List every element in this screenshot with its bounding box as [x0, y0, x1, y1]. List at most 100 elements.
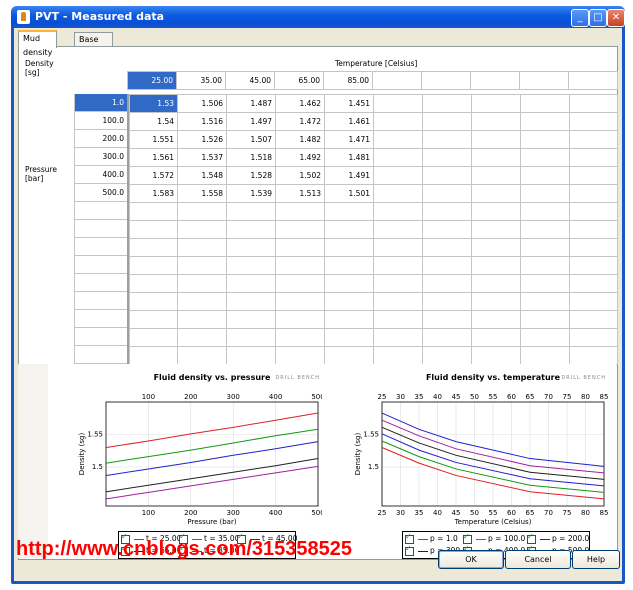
density-cell[interactable]: 1.528 — [226, 166, 276, 185]
checkbox-icon[interactable] — [405, 544, 414, 556]
legend-item[interactable]: p = 100.0 — [463, 532, 525, 544]
empty-cell[interactable] — [520, 292, 570, 311]
empty-cell[interactable] — [177, 202, 227, 221]
empty-cell[interactable] — [520, 112, 570, 131]
empty-cell[interactable] — [422, 292, 472, 311]
empty-cell[interactable] — [226, 310, 276, 329]
empty-cell[interactable] — [226, 202, 276, 221]
empty-cell[interactable] — [520, 310, 570, 329]
empty-cell[interactable] — [569, 274, 618, 293]
empty-cell[interactable] — [569, 202, 618, 221]
empty-cell[interactable] — [470, 71, 520, 90]
empty-cell[interactable] — [471, 346, 521, 365]
empty-cell[interactable] — [129, 346, 178, 365]
maximize-button[interactable]: □ — [589, 9, 607, 27]
empty-cell[interactable] — [129, 238, 178, 257]
empty-cell[interactable] — [373, 166, 423, 185]
help-button[interactable]: Help — [572, 550, 620, 569]
empty-cell[interactable] — [177, 310, 227, 329]
density-cell[interactable]: 1.507 — [226, 130, 276, 149]
density-cell[interactable]: 1.537 — [177, 148, 227, 167]
empty-cell[interactable] — [520, 220, 570, 239]
pressure-row-header[interactable]: 500.0 — [75, 184, 127, 202]
empty-cell[interactable] — [177, 346, 227, 365]
temp-header-cell[interactable]: 25.00 — [127, 71, 177, 90]
density-cell[interactable]: 1.548 — [177, 166, 227, 185]
empty-cell[interactable] — [471, 292, 521, 311]
empty-cell[interactable] — [177, 274, 227, 293]
empty-cell[interactable] — [569, 166, 618, 185]
empty-cell[interactable] — [520, 238, 570, 257]
empty-cell[interactable] — [421, 71, 471, 90]
empty-cell[interactable] — [422, 220, 472, 239]
empty-cell[interactable] — [471, 328, 521, 347]
empty-cell[interactable] — [129, 220, 178, 239]
empty-cell[interactable] — [129, 274, 178, 293]
empty-cell[interactable] — [129, 292, 178, 311]
empty-cell[interactable] — [177, 328, 227, 347]
density-cell[interactable]: 1.506 — [177, 94, 227, 113]
density-cell[interactable]: 1.487 — [226, 94, 276, 113]
density-cell[interactable]: 1.502 — [275, 166, 325, 185]
empty-cell[interactable] — [569, 328, 618, 347]
empty-cell[interactable] — [177, 256, 227, 275]
empty-cell[interactable] — [226, 220, 276, 239]
density-cell[interactable]: 1.518 — [226, 148, 276, 167]
empty-cell[interactable] — [471, 220, 521, 239]
pressure-row-header[interactable]: 200.0 — [75, 130, 127, 148]
empty-cell[interactable] — [520, 202, 570, 221]
empty-cell[interactable] — [569, 310, 618, 329]
empty-cell[interactable] — [422, 238, 472, 257]
empty-cell[interactable] — [226, 238, 276, 257]
empty-cell[interactable] — [373, 292, 423, 311]
checkbox-icon[interactable] — [463, 532, 472, 544]
empty-cell[interactable] — [177, 238, 227, 257]
density-cell[interactable]: 1.572 — [129, 166, 178, 185]
empty-cell[interactable] — [373, 310, 423, 329]
empty-row-header[interactable] — [75, 310, 127, 328]
empty-row-header[interactable] — [75, 238, 127, 256]
empty-cell[interactable] — [422, 112, 472, 131]
empty-cell[interactable] — [177, 292, 227, 311]
empty-cell[interactable] — [324, 328, 374, 347]
empty-cell[interactable] — [324, 310, 374, 329]
empty-cell[interactable] — [275, 292, 325, 311]
empty-cell[interactable] — [422, 166, 472, 185]
empty-cell[interactable] — [275, 238, 325, 257]
density-cell[interactable]: 1.461 — [324, 112, 374, 131]
empty-cell[interactable] — [275, 328, 325, 347]
pressure-row-header[interactable]: 300.0 — [75, 148, 127, 166]
empty-cell[interactable] — [422, 274, 472, 293]
empty-cell[interactable] — [373, 130, 423, 149]
empty-cell[interactable] — [569, 238, 618, 257]
empty-cell[interactable] — [373, 256, 423, 275]
empty-cell[interactable] — [569, 256, 618, 275]
empty-cell[interactable] — [226, 256, 276, 275]
empty-row-header[interactable] — [75, 274, 127, 292]
empty-cell[interactable] — [569, 148, 618, 167]
empty-cell[interactable] — [569, 112, 618, 131]
empty-cell[interactable] — [569, 94, 618, 113]
empty-cell[interactable] — [520, 328, 570, 347]
empty-cell[interactable] — [569, 346, 618, 365]
empty-row-header[interactable] — [75, 220, 127, 238]
empty-cell[interactable] — [324, 346, 374, 365]
empty-cell[interactable] — [520, 346, 570, 365]
empty-cell[interactable] — [129, 256, 178, 275]
empty-cell[interactable] — [471, 148, 521, 167]
density-cell[interactable]: 1.526 — [177, 130, 227, 149]
empty-cell[interactable] — [569, 292, 618, 311]
density-cell[interactable]: 1.53 — [129, 94, 178, 113]
density-cell[interactable]: 1.462 — [275, 94, 325, 113]
empty-cell[interactable] — [373, 220, 423, 239]
density-cell[interactable]: 1.492 — [275, 148, 325, 167]
empty-cell[interactable] — [520, 274, 570, 293]
tab-mud-density[interactable]: Mud density — [18, 30, 58, 57]
empty-cell[interactable] — [422, 130, 472, 149]
empty-cell[interactable] — [275, 256, 325, 275]
empty-cell[interactable] — [373, 184, 423, 203]
density-cell[interactable]: 1.558 — [177, 184, 227, 203]
temp-header-cell[interactable]: 85.00 — [323, 71, 373, 90]
empty-cell[interactable] — [569, 130, 618, 149]
empty-cell[interactable] — [471, 238, 521, 257]
